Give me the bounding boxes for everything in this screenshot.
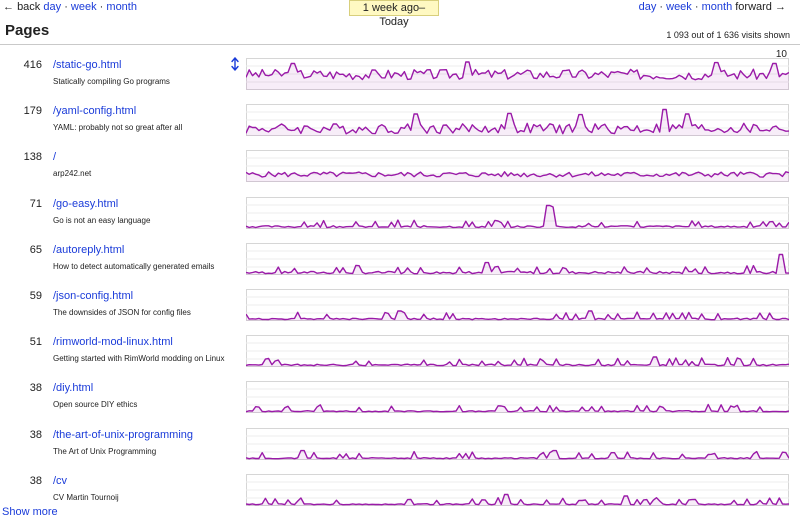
page-path-link[interactable]: /yaml-config.html <box>53 105 136 117</box>
page-visit-count: 51 <box>29 336 42 349</box>
date-range-selector[interactable]: 1 week ago–Today <box>349 0 439 28</box>
up-down-arrow-icon[interactable] <box>229 57 241 71</box>
visits-sparkline[interactable] <box>246 196 789 229</box>
page-title-text: Go is not an easy language <box>53 215 151 225</box>
visits-sparkline[interactable] <box>246 427 789 460</box>
nav-right: day · week · month forward → <box>639 1 786 13</box>
page-row: 59/json-config.html The downsides of JSON… <box>0 282 800 328</box>
page-path-link[interactable]: /static-go.html <box>53 59 121 71</box>
visits-sparkline[interactable] <box>246 289 789 321</box>
visits-sparkline[interactable] <box>246 104 789 137</box>
forward-month-link[interactable]: month <box>702 1 733 13</box>
page-path-link[interactable]: /go-easy.html <box>53 198 118 210</box>
visits-sparkline[interactable] <box>246 335 789 368</box>
page-path-link[interactable]: /cv <box>53 475 67 487</box>
top-navigation: ← back day · week · month 1 week ago–Tod… <box>0 0 800 28</box>
page-visit-count: 138 <box>23 151 42 164</box>
visits-sparkline[interactable] <box>246 58 789 90</box>
forward-label: forward <box>735 1 772 13</box>
header-divider <box>0 44 800 45</box>
page-row: 38/cv CV Martin Tournoij <box>0 467 800 513</box>
nav-separator: · <box>694 1 699 13</box>
forward-day-link[interactable]: day <box>639 1 657 13</box>
page-title-text: arp242.net <box>53 169 92 179</box>
page-path-link[interactable]: /the-art-of-unix-programming <box>53 429 193 441</box>
page-row: 65/autoreply.html How to detect automatic… <box>0 236 800 282</box>
page-title-text: YAML: probably not so great after all <box>53 123 183 133</box>
page-path-link[interactable]: /rimworld-mod-linux.html <box>53 336 173 348</box>
visits-sparkline[interactable] <box>246 150 789 183</box>
page-visit-count: 38 <box>29 382 42 395</box>
page-row: 138 / arp242.net <box>0 143 800 189</box>
page-title-text: CV Martin Tournoij <box>53 492 119 502</box>
nav-separator: · <box>99 1 104 13</box>
page-visit-count: 65 <box>29 243 42 256</box>
visits-sparkline[interactable] <box>246 242 789 275</box>
visits-summary: 1 093 out of 1 636 visits shown <box>666 30 790 40</box>
nav-left: ← back day · week · month <box>3 1 137 13</box>
visits-sparkline[interactable] <box>246 381 789 414</box>
page-title: Pages <box>5 22 50 39</box>
page-row: 71/go-easy.html Go is not an easy languag… <box>0 190 800 236</box>
nav-separator: · <box>64 1 68 13</box>
page-visit-count: 179 <box>23 105 42 118</box>
back-day-link[interactable]: day <box>43 1 61 13</box>
nav-separator: · <box>659 1 664 13</box>
page-visit-count: 38 <box>29 428 42 441</box>
page-visit-count: 71 <box>29 197 42 210</box>
back-month-link[interactable]: month <box>106 1 137 13</box>
show-more-link[interactable]: Show more <box>2 506 58 518</box>
page-title-text: Statically compiling Go programs <box>53 77 170 86</box>
page-path-link[interactable]: /diy.html <box>53 382 93 394</box>
page-row: 38/the-art-of-unix-programming The Art of… <box>0 421 800 467</box>
page-row: 179/yaml-config.html YAML: probably not s… <box>0 97 800 143</box>
page-path-link[interactable]: /json-config.html <box>53 290 133 302</box>
page-row: 38/diy.html Open source DIY ethics <box>0 374 800 420</box>
back-label: back <box>17 1 41 13</box>
page-title-text: Getting started with RimWorld modding on… <box>53 354 225 364</box>
page-row: 51/rimworld-mod-linux.html Getting starte… <box>0 328 800 374</box>
forward-arrow-icon: → <box>775 1 786 13</box>
back-arrow-icon: ← <box>3 1 14 13</box>
page-title-text: How to detect automatically generated em… <box>53 261 215 271</box>
page-visit-count: 416 <box>23 59 42 71</box>
page-row: 416/static-go.html Statically compiling G… <box>0 49 800 97</box>
page-path-link[interactable]: / <box>53 151 56 163</box>
page-visit-count: 38 <box>29 474 42 487</box>
page-title-text: Open source DIY ethics <box>53 400 138 410</box>
page-path-link[interactable]: /autoreply.html <box>53 244 124 256</box>
page-title-text: The Art of Unix Programming <box>53 446 157 456</box>
page-visit-count: 59 <box>29 290 42 302</box>
forward-week-link[interactable]: week <box>666 1 692 13</box>
back-week-link[interactable]: week <box>71 1 97 13</box>
page-title-text: The downsides of JSON for config files <box>53 308 191 317</box>
visits-sparkline[interactable] <box>246 473 789 506</box>
